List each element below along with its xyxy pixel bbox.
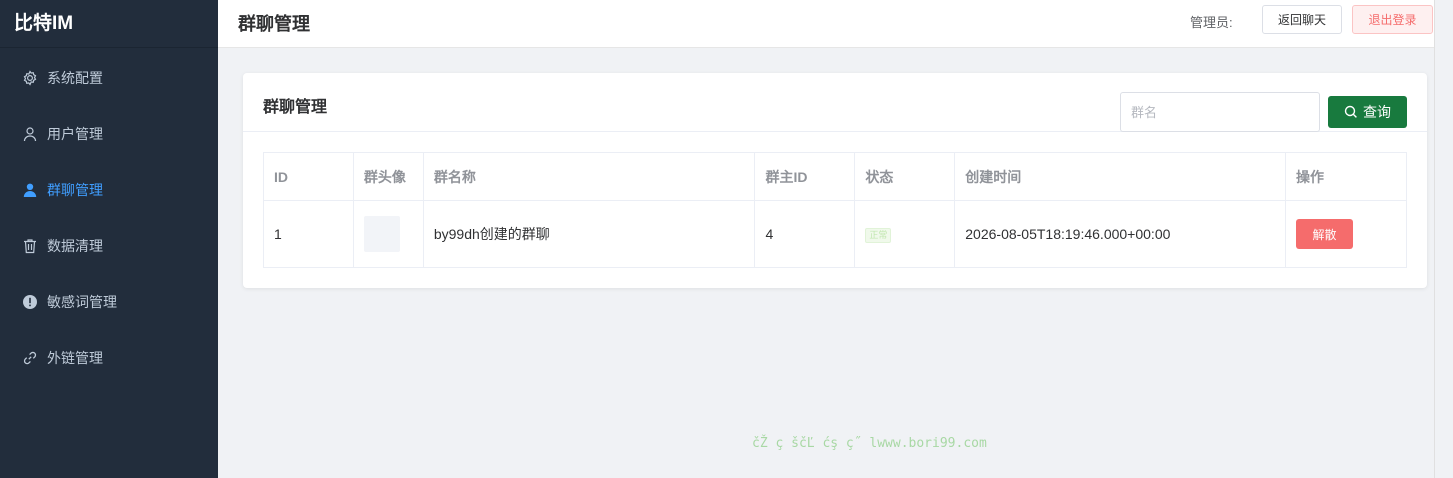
search-icon — [1344, 105, 1357, 118]
column-header-actions: 操作 — [1285, 152, 1407, 201]
table-row: 1 by99dh创建的群聊 4 正常 2026-08-05T18:19:46.0… — [263, 200, 1407, 268]
cell-actions: 解散 — [1285, 200, 1407, 268]
group-name-search-input[interactable] — [1120, 92, 1320, 132]
column-header-owner-id: 群主ID — [754, 152, 856, 201]
sidebar-item-label: 外链管理 — [47, 350, 103, 366]
back-to-chat-button[interactable]: 返回聊天 — [1262, 5, 1342, 34]
column-header-status: 状态 — [854, 152, 956, 201]
cell-id: 1 — [263, 200, 354, 268]
column-header-avatar: 群头像 — [352, 152, 424, 201]
column-header-group-name: 群名称 — [422, 152, 756, 201]
group-table: ID 群头像 群名称 群主ID 状态 创建时间 操作 1 by99dh创建的群聊… — [263, 152, 1407, 268]
cell-status: 正常 — [854, 200, 956, 268]
sidebar-item-group-management[interactable]: 群聊管理 — [0, 162, 218, 218]
group-avatar — [363, 216, 400, 252]
warning-icon — [22, 294, 38, 310]
gear-icon — [22, 70, 38, 86]
sidebar-item-data-cleanup[interactable]: 数据清理 — [0, 218, 218, 274]
query-button-label: 查询 — [1363, 104, 1391, 120]
dissolve-group-button[interactable]: 解散 — [1296, 219, 1354, 249]
sidebar-item-external-links[interactable]: 外链管理 — [0, 330, 218, 386]
user-outline-icon — [22, 126, 38, 142]
column-header-created-at: 创建时间 — [954, 152, 1287, 201]
watermark: čŽ ç ščĽ ćş ç˝ lwww.bori99.com — [752, 436, 987, 451]
cell-avatar — [352, 200, 424, 268]
link-icon — [22, 350, 38, 366]
cell-owner-id: 4 — [754, 200, 856, 268]
group-management-card: 群聊管理 查询 ID 群头像 群名称 群主ID 状态 创建时间 — [243, 73, 1427, 288]
sidebar-item-user-management[interactable]: 用户管理 — [0, 106, 218, 162]
sidebar-item-label: 数据清理 — [47, 238, 103, 254]
sidebar-item-label: 敏感词管理 — [47, 294, 117, 310]
sidebar-item-sensitive-words[interactable]: 敏感词管理 — [0, 274, 218, 330]
sidebar-item-label: 用户管理 — [47, 126, 103, 142]
card-title: 群聊管理 — [263, 99, 328, 116]
query-button[interactable]: 查询 — [1328, 96, 1407, 128]
user-filled-icon — [22, 182, 38, 198]
scrollbar[interactable] — [1434, 0, 1453, 478]
sidebar-item-label: 系统配置 — [47, 70, 103, 86]
table-header-row: ID 群头像 群名称 群主ID 状态 创建时间 操作 — [263, 152, 1407, 201]
column-header-id: ID — [263, 152, 354, 201]
admin-label: 管理员: — [1190, 15, 1233, 30]
logout-button[interactable]: 退出登录 — [1352, 5, 1433, 34]
sidebar-item-label: 群聊管理 — [47, 182, 103, 198]
sidebar-menu: 系统配置 用户管理 群聊管理 数据清理 敏感词管理 外链管理 — [0, 50, 218, 386]
trash-icon — [22, 238, 38, 254]
page-title: 群聊管理 — [238, 14, 310, 34]
cell-created-at: 2026-08-05T18:19:46.000+00:00 — [954, 200, 1287, 268]
sidebar: 比特IM 系统配置 用户管理 群聊管理 数据清理 敏感词管理 外链管理 — [0, 0, 218, 478]
cell-group-name: by99dh创建的群聊 — [422, 200, 756, 268]
status-badge: 正常 — [865, 228, 892, 243]
top-header: 群聊管理 管理员: 返回聊天 退出登录 — [218, 0, 1434, 48]
sidebar-item-system-config[interactable]: 系统配置 — [0, 50, 218, 106]
brand-logo: 比特IM — [0, 0, 218, 48]
